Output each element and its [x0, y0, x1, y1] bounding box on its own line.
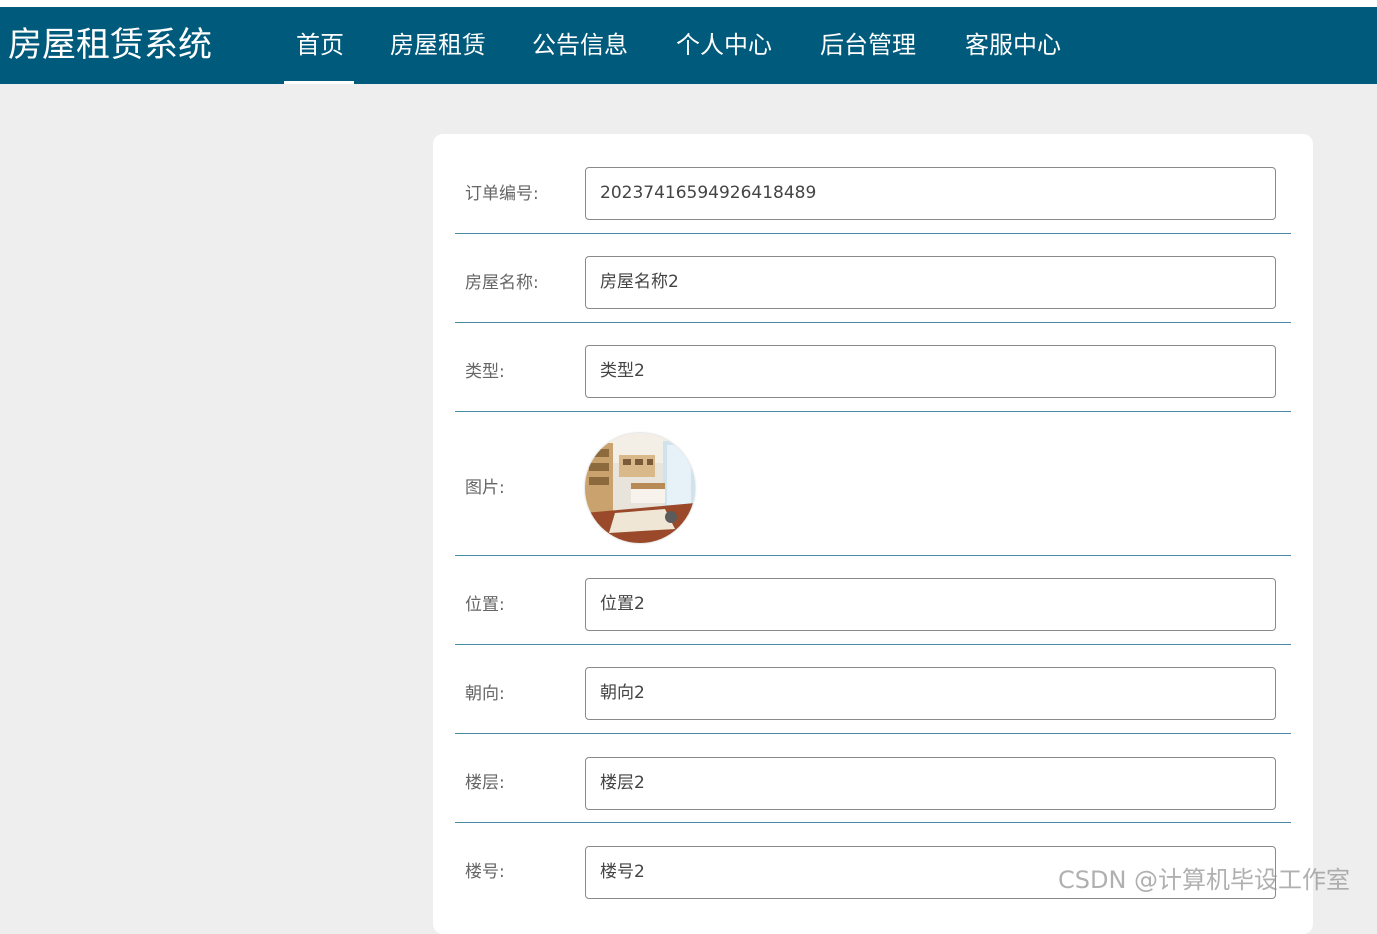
form-row-location: 位置: 位置2: [455, 567, 1291, 645]
nav-item-announcements[interactable]: 公告信息: [532, 29, 628, 61]
form-row-type: 类型: 类型2: [455, 334, 1291, 412]
floor-label: 楼层:: [465, 773, 505, 793]
location-label: 位置:: [465, 595, 505, 615]
top-strip: [0, 0, 1377, 7]
location-field[interactable]: 位置2: [585, 578, 1276, 631]
form-row-image: 图片:: [455, 423, 1291, 556]
order-no-label: 订单编号:: [465, 184, 539, 204]
house-image[interactable]: [585, 433, 695, 543]
form-row-order-no: 订单编号: 20237416594926418489: [455, 156, 1291, 234]
image-label: 图片:: [465, 478, 505, 498]
navbar: 房屋租赁系统 首页 房屋租赁 公告信息 个人中心 后台管理 客服中心: [0, 7, 1377, 84]
nav-active-indicator: [284, 81, 354, 84]
detail-card: 订单编号: 20237416594926418489 房屋名称: 房屋名称2 类…: [433, 134, 1313, 934]
bedroom-photo-icon: [585, 433, 695, 543]
type-field[interactable]: 类型2: [585, 345, 1276, 398]
house-name-label: 房屋名称:: [465, 273, 539, 293]
orientation-field[interactable]: 朝向2: [585, 667, 1276, 720]
nav-item-customer-service[interactable]: 客服中心: [965, 29, 1061, 61]
form-row-floor: 楼层: 楼层2: [455, 745, 1291, 823]
house-name-field[interactable]: 房屋名称2: [585, 256, 1276, 309]
orientation-label: 朝向:: [465, 684, 505, 704]
form-row-orientation: 朝向: 朝向2: [455, 656, 1291, 734]
building-no-label: 楼号:: [465, 862, 505, 882]
watermark: CSDN @计算机毕设工作室: [1058, 866, 1351, 894]
form-row-house-name: 房屋名称: 房屋名称2: [455, 245, 1291, 323]
nav-item-personal-center[interactable]: 个人中心: [676, 29, 772, 61]
type-label: 类型:: [465, 362, 505, 382]
main-nav: 首页 房屋租赁 公告信息 个人中心 后台管理 客服中心: [0, 7, 1377, 84]
floor-field[interactable]: 楼层2: [585, 757, 1276, 810]
order-no-field[interactable]: 20237416594926418489: [585, 167, 1276, 220]
nav-item-house-rental[interactable]: 房屋租赁: [390, 29, 486, 61]
nav-item-home[interactable]: 首页: [296, 29, 344, 61]
nav-item-admin[interactable]: 后台管理: [820, 29, 916, 61]
